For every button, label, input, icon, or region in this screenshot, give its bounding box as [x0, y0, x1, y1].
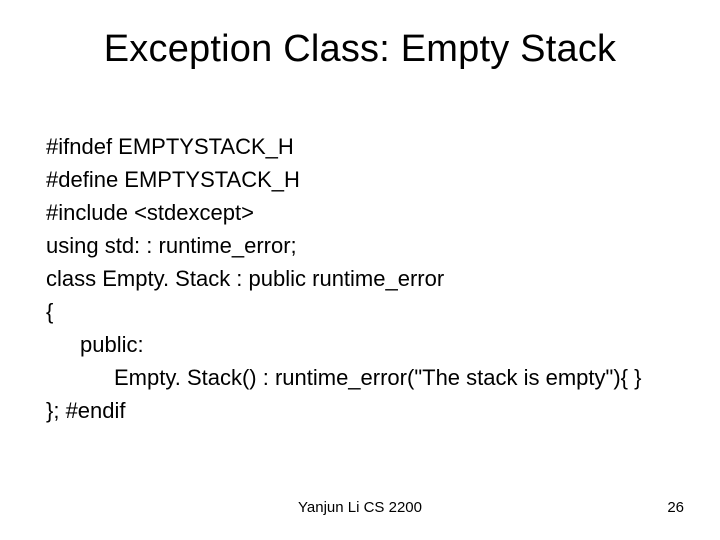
page-number: 26 [667, 499, 684, 516]
code-line: #include <stdexcept> [46, 196, 674, 229]
code-line: #define EMPTYSTACK_H [46, 163, 674, 196]
code-line: }; #endif [46, 394, 674, 427]
code-block: #ifndef EMPTYSTACK_H #define EMPTYSTACK_… [46, 130, 674, 427]
code-line: Empty. Stack() : runtime_error("The stac… [46, 361, 674, 394]
code-line: class Empty. Stack : public runtime_erro… [46, 262, 674, 295]
slide-title: Exception Class: Empty Stack [0, 0, 720, 71]
code-line: #ifndef EMPTYSTACK_H [46, 130, 674, 163]
code-line: using std: : runtime_error; [46, 229, 674, 262]
slide: Exception Class: Empty Stack #ifndef EMP… [0, 0, 720, 540]
code-line: { [46, 295, 674, 328]
code-line: public: [46, 328, 674, 361]
footer-author: Yanjun Li CS 2200 [0, 499, 720, 516]
